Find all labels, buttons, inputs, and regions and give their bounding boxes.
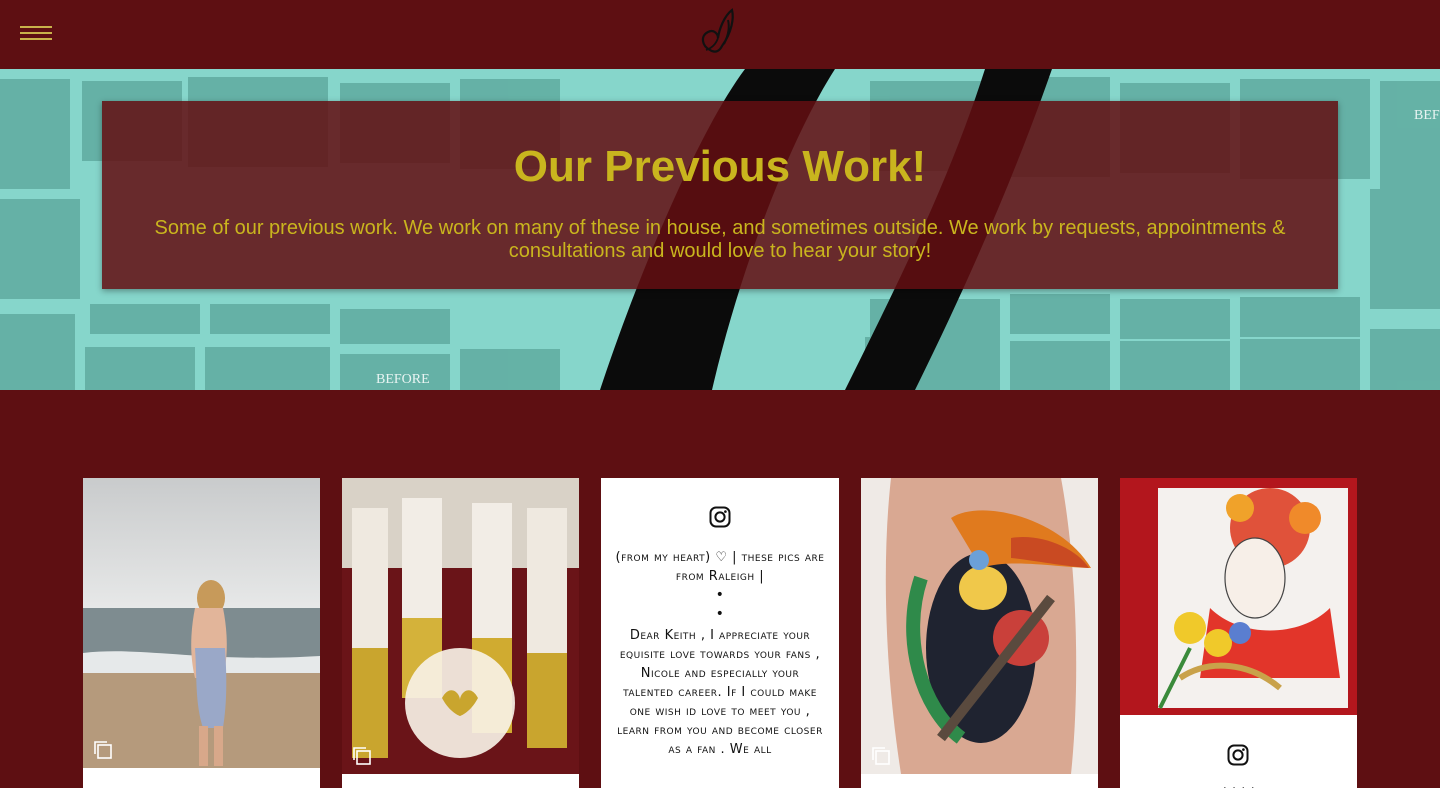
post-photo-toucan-tattoo: [861, 478, 1098, 774]
multiple-images-icon: [872, 747, 890, 765]
instagram-post-card[interactable]: [83, 478, 320, 788]
multiple-images-icon: [94, 741, 112, 759]
heart-logo-icon[interactable]: [698, 6, 742, 58]
post-caption: (from my heart) ♡ | these pics are from …: [601, 548, 839, 759]
instagram-post-card[interactable]: [861, 478, 1098, 788]
caption-body: Dear Keith , I appreciate your equisite …: [617, 628, 823, 757]
post-photo-gold-shoes: [342, 478, 579, 774]
hero-text-box: Our Previous Work! Some of our previous …: [102, 101, 1338, 289]
instagram-icon[interactable]: [709, 506, 731, 528]
page-subtitle: Some of our previous work. We work on ma…: [154, 217, 1286, 262]
post-caption-partial: · · · ·: [1120, 780, 1357, 788]
instagram-post-card[interactable]: · · · ·: [1120, 478, 1357, 788]
post-photo-beach: [83, 478, 320, 768]
caption-line: (from my heart) ♡ | these pics are from …: [615, 550, 825, 584]
instagram-icon[interactable]: [1227, 744, 1249, 766]
page-title: Our Previous Work!: [513, 142, 927, 191]
site-header: [0, 0, 1440, 69]
hero-banner: BEFORE BEFO Our Previous Work! Some of o…: [0, 69, 1440, 390]
hamburger-menu-icon[interactable]: [20, 24, 52, 44]
caption-bullet: •: [715, 606, 725, 622]
instagram-post-card[interactable]: [342, 478, 579, 788]
post-photo-tattoo-drawing: [1120, 478, 1357, 715]
collage-label: BEFO: [1414, 108, 1440, 123]
instagram-post-card[interactable]: (from my heart) ♡ | these pics are from …: [601, 478, 839, 788]
multiple-images-icon: [353, 747, 371, 765]
caption-bullet: •: [715, 587, 725, 603]
collage-label: BEFORE: [376, 372, 430, 387]
